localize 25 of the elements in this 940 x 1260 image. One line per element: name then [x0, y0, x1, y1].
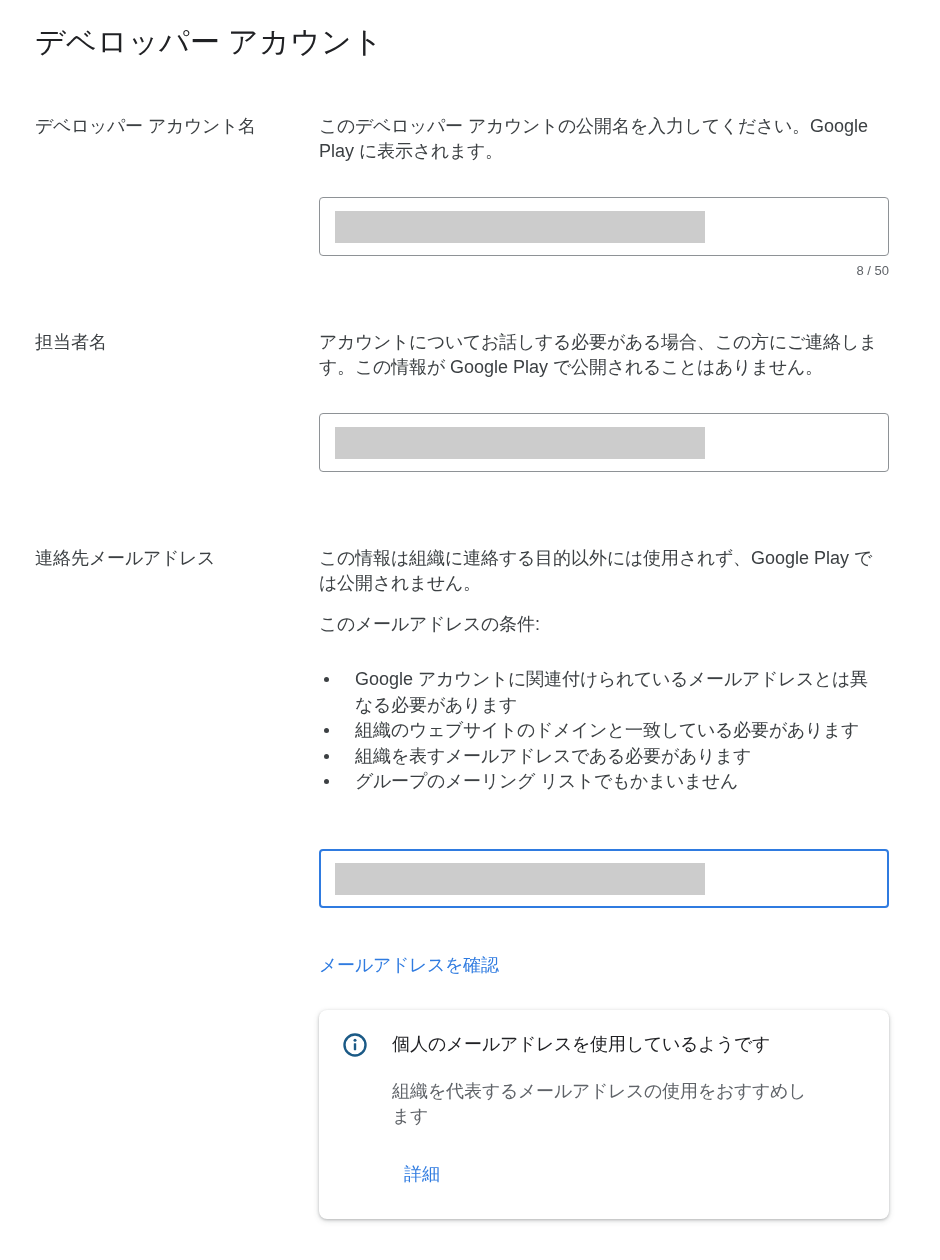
- field-description: このデベロッパー アカウントの公開名を入力してください。Google Play に表示されます。: [319, 115, 870, 163]
- bullet-icon: [324, 728, 329, 734]
- requirement-text: Google アカウントに関連付けられているメールアドレスとは異なる必要があります: [355, 668, 870, 717]
- notice-text: 組織を代表するメールアドレスの使用をおすすめします: [392, 1080, 807, 1128]
- notice-title: 個人のメールアドレスを使用しているようです: [392, 1033, 770, 1056]
- input-field[interactable]: [319, 848, 889, 908]
- requirement-text: 組織を表すメールアドレスである必要があります: [355, 744, 752, 768]
- field-label: 担当者名: [35, 332, 107, 352]
- input-field[interactable]: [319, 197, 889, 256]
- field-description: アカウントについてお話しする必要がある場合、この方にご連絡します。この情報が Google Play で公開されることはありません。: [319, 331, 878, 379]
- input-field[interactable]: [319, 413, 889, 472]
- verify-email-link[interactable]: メールアドレスを確認: [319, 954, 499, 975]
- bullet-icon: [324, 677, 329, 683]
- page-title: デベロッパー アカウント: [35, 24, 385, 60]
- bullet-icon: [324, 753, 329, 759]
- field-label: デベロッパー アカウント名: [35, 116, 256, 136]
- requirement-text: 組織のウェブサイトのドメインと一致している必要があります: [355, 719, 860, 742]
- learn-more-button[interactable]: 詳細: [392, 1156, 452, 1192]
- character-counter: 8 / 50: [856, 263, 889, 279]
- bullet-icon: [324, 779, 329, 785]
- requirements-heading: このメールアドレスの条件:: [319, 613, 541, 636]
- field-description: この情報は組織に連絡する目的以外には使用されず、Google Play では公開されません。: [319, 547, 874, 595]
- info-icon: [343, 1032, 367, 1057]
- field-label: 連絡先メールアドレス: [35, 548, 215, 568]
- requirement-text: グループのメーリング リストでもかまいません: [355, 770, 739, 793]
